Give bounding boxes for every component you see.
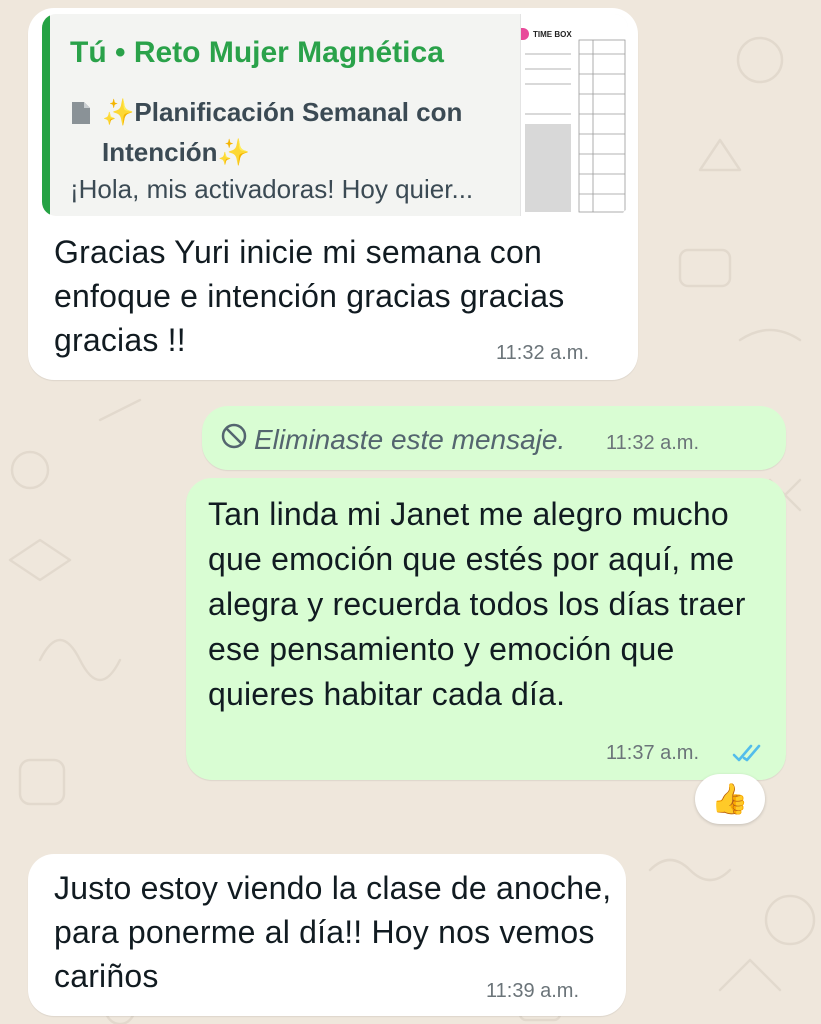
incoming-message[interactable]: Justo estoy viendo la clase de anoche, p… (28, 854, 626, 1016)
quote-preview: ¡Hola, mis activadoras! Hoy quier... (70, 174, 474, 204)
outgoing-message[interactable]: Tan linda mi Janet me alegro mucho que e… (186, 478, 786, 780)
double-check-read-icon (732, 744, 766, 769)
reaction-thumbs-up[interactable]: 👍 (695, 774, 765, 824)
quoted-message[interactable]: Tú • Reto Mujer Magnética ✨Planificación… (42, 14, 628, 216)
thumbnail-grid (525, 39, 626, 213)
message-time: 11:37 a.m. (606, 742, 700, 764)
blocked-icon (220, 422, 248, 455)
quote-sender: Tú • Reto Mujer Magnética (70, 36, 444, 69)
message-time: 11:32 a.m. (496, 342, 590, 364)
quote-accent-bar (42, 14, 50, 216)
message-text: Tan linda mi Janet me alegro mucho que e… (208, 496, 746, 712)
deleted-message[interactable]: Eliminaste este mensaje. 11:32 a.m. (202, 406, 786, 470)
deleted-message-text: Eliminaste este mensaje. (254, 424, 566, 455)
incoming-message[interactable]: Tú • Reto Mujer Magnética ✨Planificación… (28, 8, 638, 380)
document-icon (70, 100, 92, 131)
quote-document-title: ✨Planificación Semanal con Intención✨ (102, 97, 463, 167)
message-time: 11:32 a.m. (606, 432, 700, 454)
message-text: Justo estoy viendo la clase de anoche, p… (54, 870, 612, 994)
message-time: 11:39 a.m. (486, 980, 580, 1002)
document-thumbnail[interactable]: TIME BOX (520, 14, 628, 216)
